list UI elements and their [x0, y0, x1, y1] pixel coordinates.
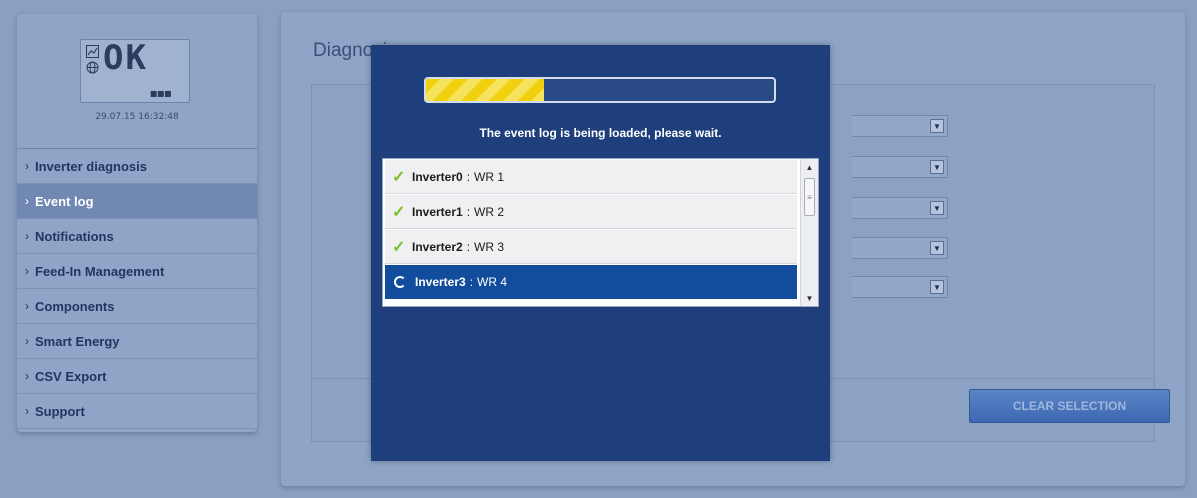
sidebar-item-label: CSV Export: [35, 368, 107, 384]
inverter-name: WR 1: [474, 169, 505, 184]
globe-icon: [86, 61, 99, 74]
filter-select[interactable]: ▼: [852, 276, 948, 298]
inverter-id: Inverter1: [412, 204, 463, 219]
chevron-down-icon: ▼: [930, 160, 944, 174]
filter-select[interactable]: ▼: [852, 156, 948, 178]
list-item[interactable]: ✓ Inverter2 : WR 3: [385, 230, 797, 264]
scroll-down-icon[interactable]: ▼: [801, 290, 818, 306]
device-datetime: 29.07.15 16:32:48: [95, 112, 179, 122]
list-item[interactable]: ✓ Inverter1 : WR 2: [385, 195, 797, 229]
filter-select[interactable]: ▼: [852, 197, 948, 219]
loading-spinner-icon: [394, 276, 406, 288]
chevron-right-icon: ›: [25, 194, 29, 208]
chevron-down-icon: ▼: [930, 241, 944, 255]
sidebar-item-components[interactable]: › Components: [17, 289, 257, 324]
chart-icon: [86, 45, 99, 58]
separator: :: [466, 239, 471, 254]
list-item[interactable]: Inverter3 : WR 4: [385, 265, 797, 299]
check-icon: ✓: [392, 203, 406, 221]
sidebar-item-label: Support: [35, 403, 85, 419]
check-icon: ✓: [392, 168, 406, 186]
inverter-name: WR 4: [477, 275, 508, 289]
sidebar-item-support[interactable]: › Support: [17, 394, 257, 429]
sidebar-item-label: Event log: [35, 193, 94, 209]
filter-select[interactable]: ▼: [852, 237, 948, 259]
chevron-right-icon: ›: [25, 299, 29, 313]
chevron-down-icon: ▼: [930, 201, 944, 215]
sidebar-item-label: Smart Energy: [35, 333, 120, 349]
inverter-id: Inverter2: [412, 239, 463, 254]
progress-bar-fill: [426, 79, 545, 101]
list-item[interactable]: ✓ Inverter0 : WR 1: [385, 160, 797, 194]
chevron-down-icon: ▼: [930, 119, 944, 133]
separator: :: [466, 169, 471, 184]
inverter-id: Inverter3: [415, 275, 466, 289]
sidebar-item-label: Feed-In Management: [35, 263, 165, 279]
chevron-right-icon: ›: [25, 369, 29, 383]
loading-dialog: The event log is being loaded, please wa…: [371, 45, 830, 461]
sidebar-item-inverter-diagnosis[interactable]: › Inverter diagnosis: [17, 149, 257, 184]
check-icon: ✓: [392, 238, 406, 256]
scroll-up-icon[interactable]: ▲: [801, 159, 818, 175]
sidebar-menu: › Inverter diagnosis › Event log › Notif…: [17, 148, 257, 429]
inverter-id: Inverter0: [412, 169, 463, 184]
grip-icon: ≡: [807, 192, 812, 202]
chevron-right-icon: ›: [25, 404, 29, 418]
loading-message: The event log is being loaded, please wa…: [479, 126, 722, 140]
inverter-name: WR 3: [474, 239, 505, 254]
sidebar-item-event-log[interactable]: › Event log: [17, 184, 257, 219]
sidebar-item-label: Notifications: [35, 228, 114, 244]
device-display: OK ▪▪▪: [80, 39, 190, 103]
chevron-right-icon: ›: [25, 334, 29, 348]
separator: :: [466, 204, 471, 219]
sidebar-item-feed-in-management[interactable]: › Feed-In Management: [17, 254, 257, 289]
chevron-right-icon: ›: [25, 229, 29, 243]
chevron-right-icon: ›: [25, 264, 29, 278]
sidebar: OK ▪▪▪ 29.07.15 16:32:48 › Inverter diag…: [17, 14, 257, 432]
display-status-text: OK: [103, 38, 148, 78]
sidebar-item-notifications[interactable]: › Notifications: [17, 219, 257, 254]
sidebar-item-label: Inverter diagnosis: [35, 158, 147, 174]
scroll-thumb[interactable]: ≡: [804, 178, 815, 216]
inverter-name: WR 2: [474, 204, 505, 219]
display-dots: ▪▪▪: [149, 86, 172, 100]
separator: :: [469, 275, 474, 289]
filter-select[interactable]: ▼: [852, 115, 948, 137]
sidebar-item-csv-export[interactable]: › CSV Export: [17, 359, 257, 394]
sidebar-item-smart-energy[interactable]: › Smart Energy: [17, 324, 257, 359]
sidebar-item-label: Components: [35, 298, 115, 314]
chevron-right-icon: ›: [25, 159, 29, 173]
clear-selection-button[interactable]: CLEAR SELECTION: [969, 389, 1170, 423]
list-scrollbar[interactable]: ▲ ≡ ▼: [800, 159, 818, 306]
chevron-down-icon: ▼: [930, 280, 944, 294]
progress-bar: [424, 77, 776, 103]
inverter-list[interactable]: ✓ Inverter0 : WR 1 ✓ Inverter1 : WR 2 ✓ …: [382, 158, 819, 307]
